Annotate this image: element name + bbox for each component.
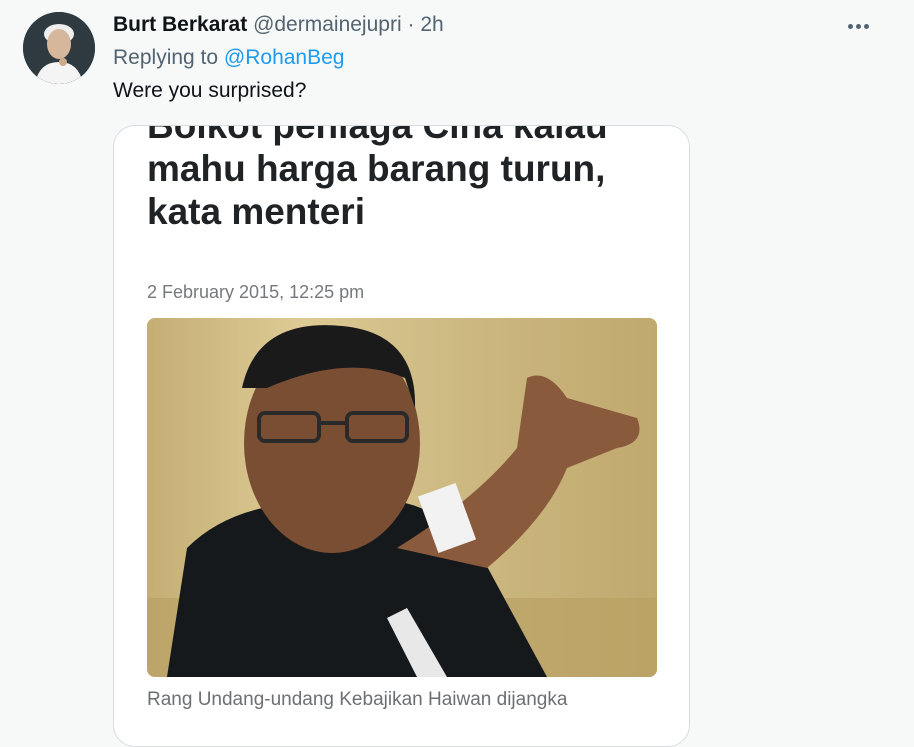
headline-line: Boikot peniaga Cina kalau	[147, 125, 608, 146]
reply-prefix: Replying to	[113, 46, 219, 69]
reply-mention-link[interactable]: @RohanBeg	[224, 46, 345, 69]
user-handle[interactable]: @dermainejupri	[253, 13, 402, 36]
article-photo	[147, 318, 657, 677]
separator-dot: ·	[407, 13, 415, 36]
tweet-text: Were you surprised?	[113, 79, 307, 102]
avatar[interactable]	[23, 12, 95, 84]
article-headline: Boikot peniaga Cina kalau mahu harga bar…	[147, 125, 667, 233]
display-name[interactable]: Burt Berkarat	[113, 13, 247, 36]
headline-line: kata menteri	[147, 191, 365, 232]
timestamp[interactable]: 2h	[420, 13, 443, 36]
reply-context: Replying to @RohanBeg	[113, 46, 344, 70]
more-options-button[interactable]	[840, 14, 876, 38]
tweet-header: Burt Berkarat @dermainejupri · 2h	[113, 13, 444, 37]
photo-caption: Rang Undang-undang Kebajikan Haiwan dija…	[147, 689, 568, 710]
more-horizontal-icon	[847, 23, 853, 29]
headline-line: mahu harga barang turun,	[147, 148, 606, 189]
article-date: 2 February 2015, 12:25 pm	[147, 282, 365, 302]
image-card[interactable]: Boikot peniaga Cina kalau mahu harga bar…	[113, 125, 690, 747]
